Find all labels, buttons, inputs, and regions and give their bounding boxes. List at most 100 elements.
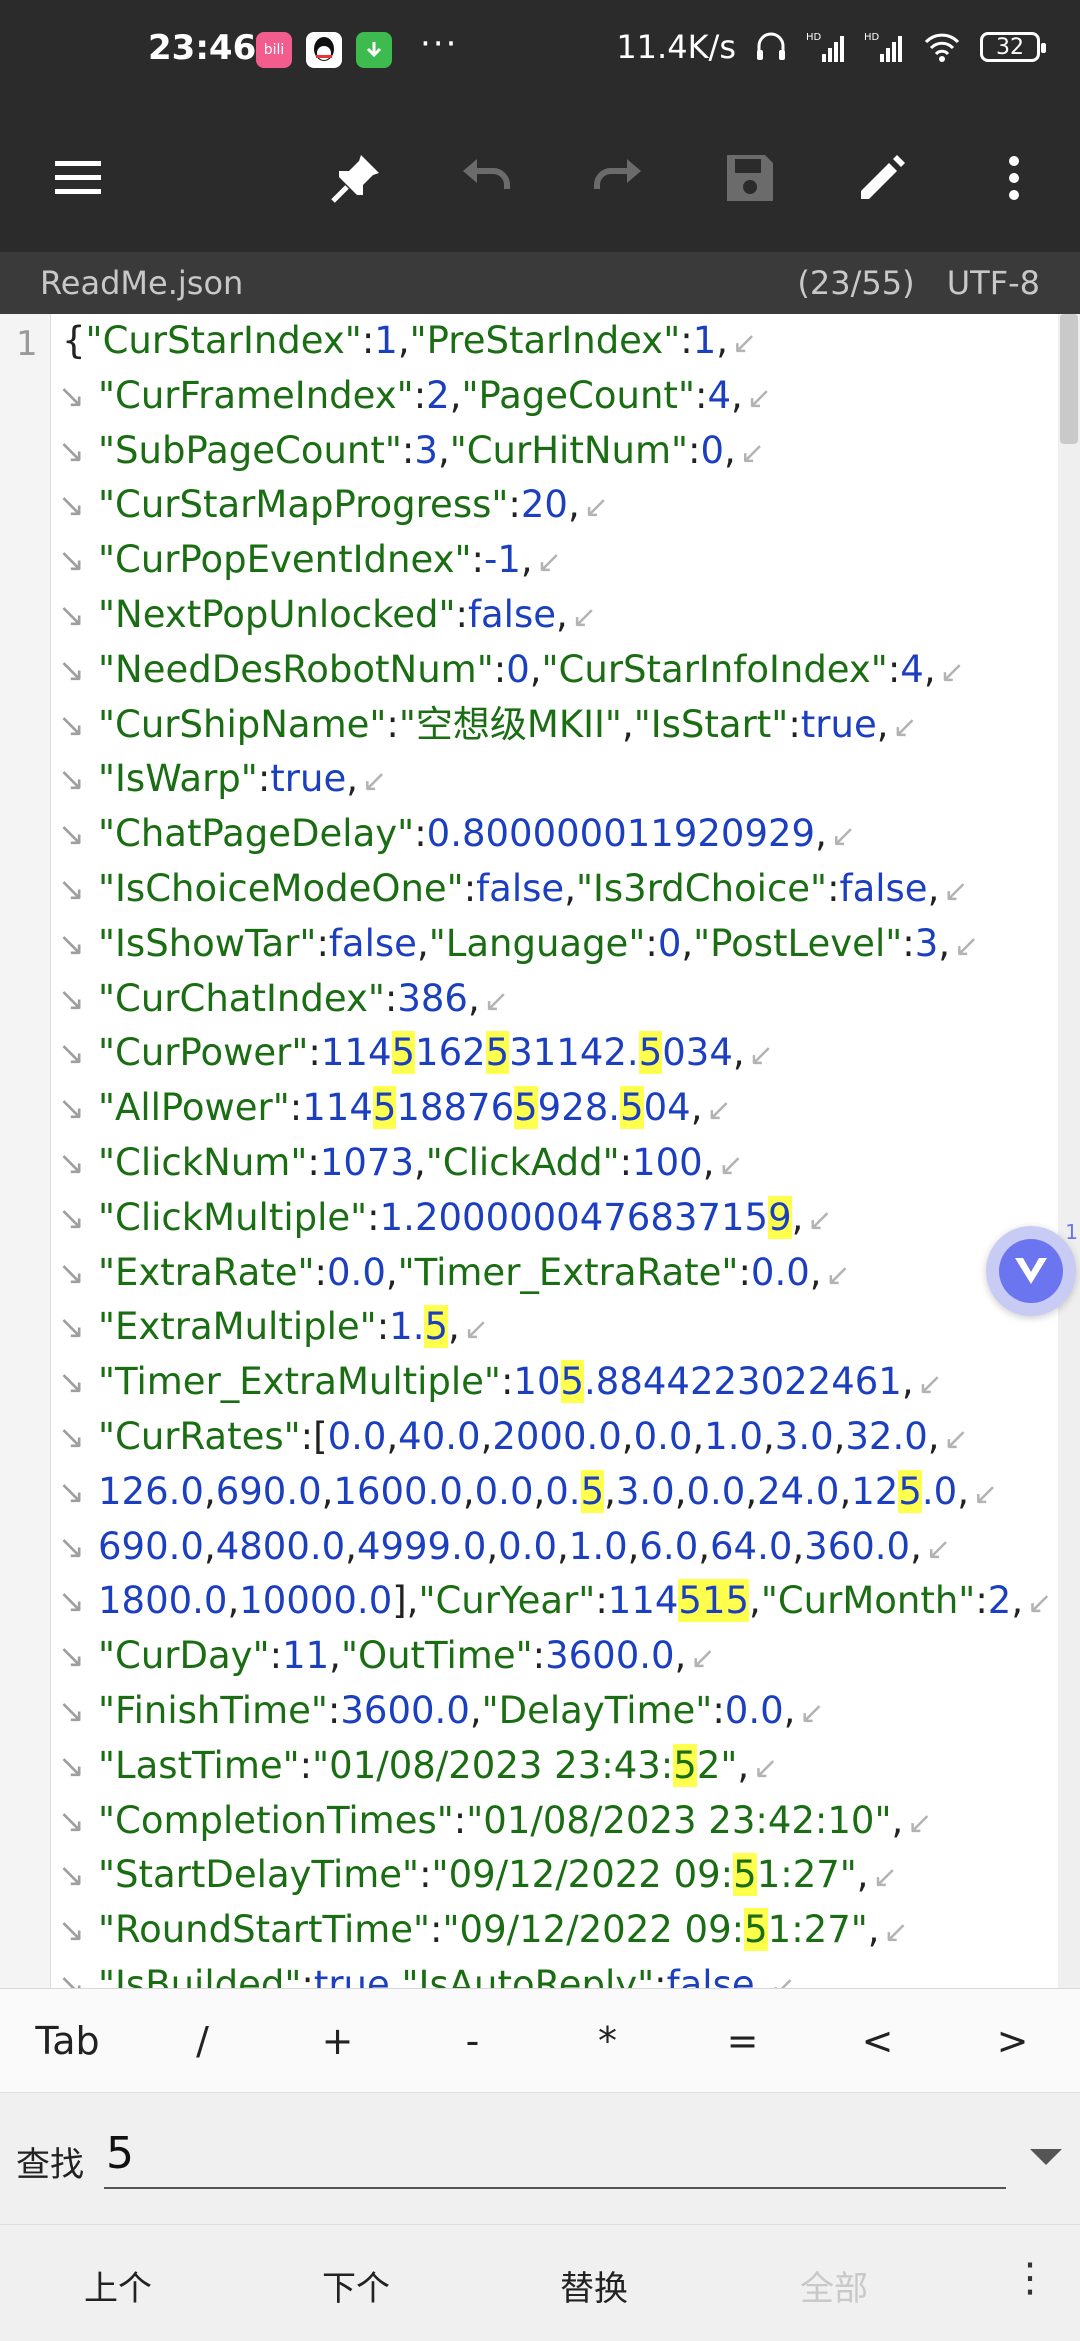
code-token: ,: [783, 1688, 796, 1732]
code-token: ,: [462, 1469, 475, 1513]
code-token: ,: [927, 866, 940, 910]
code-token: "IsAutoReply": [401, 1962, 655, 1988]
symbol-key[interactable]: *: [540, 1989, 675, 2093]
code-token: 1: [692, 319, 717, 362]
code-token: 32.0: [845, 1414, 928, 1458]
code-editor[interactable]: 1 {"CurStarIndex":1,"PreStarIndex":1, ↙ ↘ "…: [0, 314, 1080, 1988]
code-token: :: [301, 1962, 314, 1988]
file-info-bar: ReadMe.json (23/55) UTF-8: [0, 252, 1080, 314]
code-token: ,: [692, 1414, 705, 1458]
network-speed: 11.4K/s: [616, 28, 736, 66]
redo-icon[interactable]: [578, 138, 658, 218]
code-token: :: [327, 1688, 341, 1732]
code-token: 31142.: [509, 1031, 639, 1075]
code-token: "CurPower": [98, 1031, 309, 1075]
code-token: ,: [520, 538, 533, 582]
code-token: ,: [604, 1469, 616, 1513]
code-token: "IsWarp": [98, 757, 258, 801]
code-token: 114: [320, 1031, 392, 1075]
code-token: :: [463, 866, 477, 910]
pin-icon[interactable]: [316, 138, 396, 218]
code-token: "PreStarIndex": [409, 319, 681, 362]
code-line: ↘ "CurShipName":"空想级MKII","IsStart":true,…: [58, 698, 1054, 753]
floating-assistant-button[interactable]: 1: [986, 1220, 1078, 1316]
menu-icon[interactable]: [38, 138, 118, 218]
line-number: 1: [16, 324, 38, 364]
code-line: ↘ "IsChoiceModeOne":false,"Is3rdChoice":f…: [58, 862, 1054, 917]
undo-icon[interactable]: [446, 138, 526, 218]
code-token: "01/08/2023 23:43:: [312, 1743, 674, 1787]
save-icon[interactable]: [710, 138, 790, 218]
code-token: ,: [397, 319, 410, 362]
code-token: 0: [506, 647, 530, 691]
wrap-arrow-icon: ↘: [58, 541, 85, 580]
wrap-arrow-icon: ↘: [58, 1746, 85, 1785]
symbol-key[interactable]: -: [405, 1989, 540, 2093]
symbol-key[interactable]: Tab: [0, 1989, 135, 2093]
file-name: ReadMe.json: [40, 264, 244, 302]
code-token: :: [471, 538, 484, 582]
code-token: 1.0: [704, 1414, 764, 1458]
wrap-arrow-icon: ↘: [58, 1089, 85, 1128]
code-token: 3600.0: [340, 1688, 470, 1732]
code-token: ,: [957, 1469, 969, 1513]
code-token: ,: [910, 1524, 922, 1568]
symbol-key[interactable]: /: [135, 1989, 270, 2093]
code-token: "PostLevel": [693, 921, 903, 965]
line-end-icon: ↙: [748, 1038, 774, 1074]
scrollbar-thumb[interactable]: [1060, 314, 1078, 444]
code-token: "CurShipName": [98, 702, 387, 746]
code-token: "Language": [428, 921, 646, 965]
code-token: :: [314, 1250, 328, 1294]
code-token: false: [839, 866, 928, 910]
code-token: 0.0: [498, 1524, 558, 1568]
code-token: 0: [657, 921, 682, 965]
code-line: ↘ "CompletionTimes":"01/08/2023 23:42:10"…: [58, 1794, 1054, 1849]
symbol-key[interactable]: >: [945, 1989, 1080, 2093]
symbol-key[interactable]: +: [270, 1989, 405, 2093]
line-end-icon: ↙: [483, 983, 509, 1019]
code-line: ↘ "CurRates":[0.0,40.0,2000.0,0.0,1.0,3.0…: [58, 1410, 1054, 1465]
symbol-key[interactable]: =: [675, 1989, 810, 2093]
code-token: "OutTime": [340, 1634, 533, 1678]
top-bar: 23:46 bili ··· 11.4K/s HD HD 32: [0, 0, 1080, 252]
code-token: .0: [921, 1469, 958, 1513]
code-token: false: [666, 1962, 755, 1988]
code-token: "CurStarIndex": [85, 319, 362, 362]
previous-match-button[interactable]: 上个: [84, 2261, 152, 2310]
code-token: 114: [302, 1086, 373, 1130]
code-token: ,: [737, 1743, 750, 1787]
wrap-arrow-icon: ↘: [58, 431, 85, 470]
code-token: :: [316, 921, 329, 965]
next-match-button[interactable]: 下个: [322, 2261, 390, 2310]
scrollbar[interactable]: [1058, 314, 1080, 1988]
symbol-key[interactable]: <: [810, 1989, 945, 2093]
pencil-icon[interactable]: [842, 138, 922, 218]
code-token: 1800.0: [98, 1579, 228, 1623]
code-token: ,: [1011, 1579, 1024, 1623]
code-token: ,: [763, 1414, 775, 1458]
code-lines[interactable]: {"CurStarIndex":1,"PreStarIndex":1, ↙ ↘ "Cu…: [58, 314, 1054, 1988]
line-end-icon: ↙: [883, 1915, 909, 1951]
code-line: ↘ "ChatPageDelay":0.800000011920929, ↙: [58, 807, 1054, 862]
more-vertical-icon[interactable]: [974, 138, 1054, 218]
wrap-arrow-icon: ↘: [58, 1801, 85, 1840]
find-input[interactable]: 5: [104, 2121, 1006, 2189]
line-end-icon: ↙: [732, 326, 758, 361]
wrap-arrow-icon: ↘: [58, 486, 85, 525]
code-token: 1.0: [568, 1524, 628, 1568]
code-token: "IsShowTar": [98, 921, 317, 965]
find-dropdown-icon[interactable]: [1030, 2149, 1062, 2165]
replace-button[interactable]: 替换: [560, 2261, 628, 2310]
code-token: :: [645, 921, 658, 965]
search-match: 5: [514, 1086, 538, 1130]
search-match: 5: [485, 1031, 510, 1075]
wrap-arrow-icon: ↘: [58, 1308, 85, 1347]
code-token: "SubPageCount": [98, 428, 402, 472]
code-token: 0.0: [686, 1469, 746, 1513]
code-line: ↘ "StartDelayTime":"09/12/2022 09:51:27",…: [58, 1848, 1054, 1903]
code-token: :: [887, 647, 901, 691]
code-token: "ExtraRate": [98, 1250, 315, 1294]
status-right: 11.4K/s HD HD 32: [616, 28, 1046, 66]
more-options-icon[interactable]: ⋮: [1010, 2255, 1050, 2301]
